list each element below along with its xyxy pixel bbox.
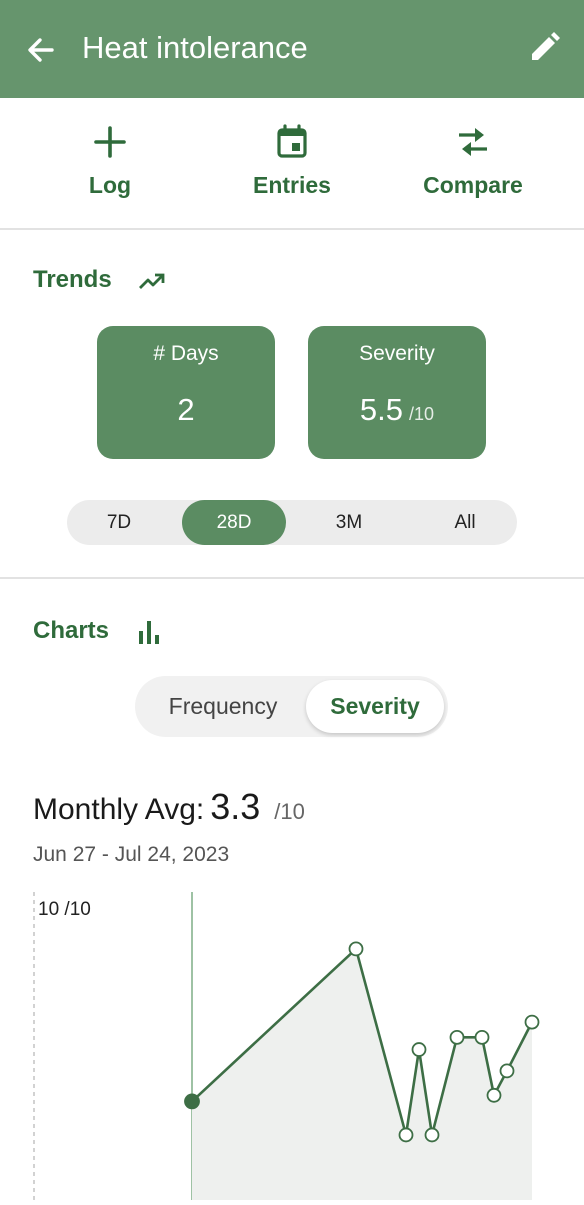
plus-icon	[13, 122, 207, 162]
bar-chart-icon	[136, 618, 164, 651]
severity-suffix: /10	[409, 404, 435, 424]
avg-label: Monthly Avg:	[33, 793, 205, 826]
data-point[interactable]	[184, 1093, 200, 1110]
trending-up-icon	[137, 268, 165, 301]
data-point[interactable]	[449, 1029, 465, 1045]
severity-value: 5.5	[359, 392, 404, 427]
swap-arrows-icon	[376, 122, 570, 162]
data-point[interactable]	[486, 1087, 502, 1103]
action-row: Log Entries Compare	[0, 98, 584, 230]
data-point[interactable]	[474, 1029, 490, 1045]
compare-label: Compare	[423, 172, 523, 198]
pencil-icon[interactable]	[523, 28, 565, 70]
page-title: Heat intolerance	[82, 30, 308, 65]
entries-label: Entries	[253, 172, 331, 198]
section-divider	[0, 577, 584, 579]
severity-card: Severity 5.5/10	[308, 326, 486, 459]
range-selector: 7D 28D 3M All	[67, 500, 517, 545]
app-bar: Heat intolerance	[0, 0, 584, 98]
severity-value-wrap: 5.5/10	[308, 392, 486, 428]
data-point[interactable]	[348, 941, 364, 957]
entries-button[interactable]: Entries	[195, 98, 389, 228]
data-point[interactable]	[411, 1042, 427, 1057]
days-card: # Days 2	[97, 326, 275, 459]
frequency-tab[interactable]: Frequency	[143, 676, 303, 737]
days-value: 2	[177, 392, 195, 427]
calendar-icon	[195, 122, 389, 162]
compare-button[interactable]: Compare	[376, 98, 570, 228]
avg-suffix: /10	[274, 799, 305, 824]
range-7d[interactable]: 7D	[67, 500, 171, 545]
severity-chart: 10 /10	[0, 880, 584, 1200]
charts-title: Charts	[33, 617, 110, 644]
y-max-label: 10 /10	[38, 899, 91, 920]
severity-chart-svg: 10 /10	[33, 892, 540, 1200]
monthly-avg: Monthly Avg: 3.3/10	[33, 786, 305, 828]
data-point[interactable]	[524, 1014, 540, 1030]
avg-value: 3.3	[210, 786, 261, 827]
date-range: Jun 27 - Jul 24, 2023	[33, 843, 230, 866]
severity-tab[interactable]: Severity	[306, 680, 444, 733]
range-all[interactable]: All	[413, 500, 517, 545]
trends-title: Trends	[33, 266, 112, 293]
arrow-left-icon[interactable]	[22, 30, 62, 70]
data-point[interactable]	[398, 1127, 414, 1143]
chart-mode-toggle: Frequency Severity	[135, 676, 448, 737]
series-area	[192, 948, 532, 1200]
range-3m[interactable]: 3M	[297, 500, 401, 545]
severity-label: Severity	[359, 342, 435, 365]
days-label: # Days	[153, 342, 219, 365]
data-point[interactable]	[424, 1127, 440, 1143]
log-label: Log	[88, 172, 132, 198]
data-point[interactable]	[499, 1063, 515, 1079]
log-button[interactable]: Log	[13, 98, 207, 228]
range-28d[interactable]: 28D	[182, 500, 286, 545]
